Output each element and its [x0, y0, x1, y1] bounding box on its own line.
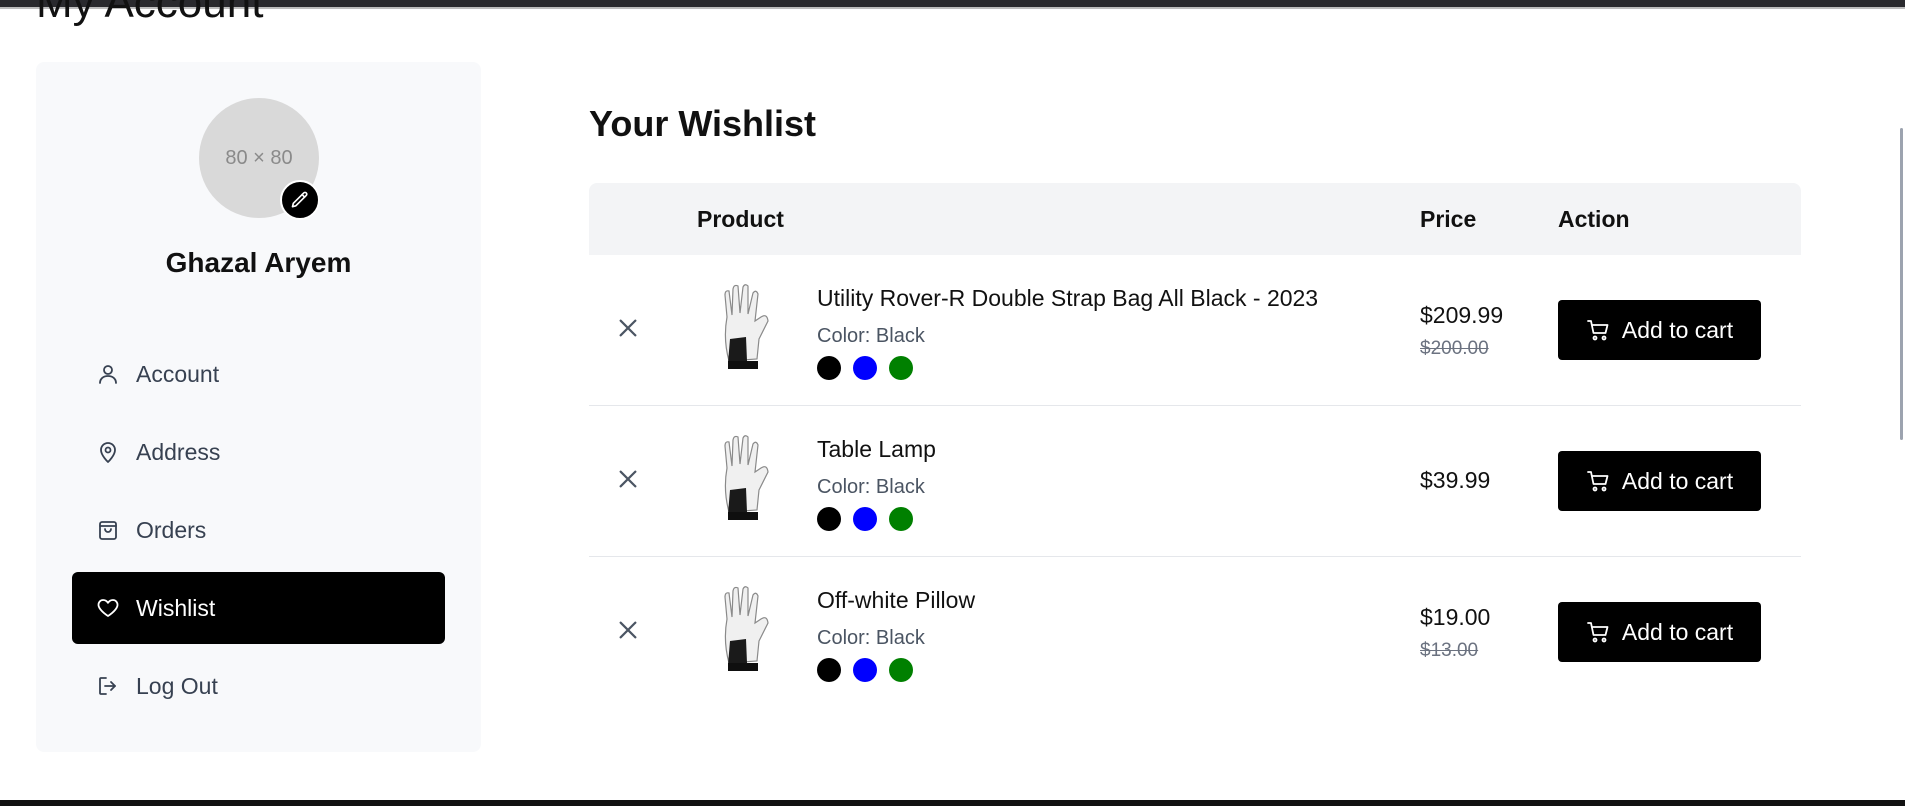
browser-top-bar	[0, 0, 1905, 9]
remove-item-button[interactable]	[615, 315, 641, 341]
scrollbar[interactable]	[1900, 128, 1903, 440]
account-sidebar: 80 × 80 Ghazal Aryem Account Address Ord…	[36, 62, 481, 752]
page-title: My Account	[36, 0, 264, 27]
sidebar-item-logout[interactable]: Log Out	[72, 650, 445, 722]
edit-avatar-button[interactable]	[280, 180, 320, 220]
product-price: $19.00	[1420, 604, 1491, 630]
add-to-cart-label: Add to cart	[1621, 467, 1734, 494]
sidebar-item-address[interactable]: Address	[72, 416, 445, 488]
product-price: $209.99	[1420, 302, 1504, 328]
color-swatch-blue[interactable]	[853, 507, 877, 531]
product-old-price: $200.00	[1420, 338, 1489, 359]
add-to-cart-label: Add to cart	[1621, 316, 1734, 343]
product-color: Color: Black	[817, 627, 925, 649]
cart-icon	[1586, 320, 1609, 341]
sidebar-item-label: Orders	[136, 516, 207, 543]
sidebar-item-account[interactable]: Account	[72, 338, 445, 410]
color-swatches	[817, 356, 913, 380]
product-name[interactable]: Off-white Pillow	[817, 587, 975, 614]
user-name: Ghazal Aryem	[165, 247, 352, 278]
color-swatch-blue[interactable]	[853, 356, 877, 380]
add-to-cart-button[interactable]: Add to cart	[1558, 602, 1761, 662]
color-swatch-black[interactable]	[817, 507, 841, 531]
logout-icon	[96, 674, 120, 698]
color-swatch-black[interactable]	[817, 658, 841, 682]
column-header-price: Price	[1420, 206, 1477, 232]
cart-icon	[1586, 622, 1609, 643]
table-header: Product Price Action	[589, 183, 1801, 255]
heart-icon	[96, 596, 120, 620]
column-header-product: Product	[697, 206, 784, 232]
map-pin-icon	[96, 440, 120, 464]
add-to-cart-button[interactable]: Add to cart	[1558, 300, 1761, 360]
account-nav: Account Address Orders Wishlist Log Out	[72, 338, 445, 728]
product-image	[724, 435, 769, 520]
color-swatch-green[interactable]	[889, 658, 913, 682]
sidebar-item-wishlist[interactable]: Wishlist	[72, 572, 445, 644]
cart-icon	[1586, 471, 1609, 492]
wishlist-title: Your Wishlist	[589, 103, 817, 144]
product-name[interactable]: Utility Rover-R Double Strap Bag All Bla…	[817, 285, 1318, 312]
column-header-action: Action	[1558, 206, 1630, 232]
product-name[interactable]: Table Lamp	[817, 436, 936, 463]
pencil-icon	[291, 191, 308, 208]
user-icon	[96, 362, 120, 386]
color-swatch-green[interactable]	[889, 507, 913, 531]
color-swatches	[817, 507, 913, 531]
bottom-bar	[0, 800, 1905, 806]
sidebar-item-label: Log Out	[136, 672, 218, 699]
add-to-cart-label: Add to cart	[1621, 618, 1734, 645]
sidebar-item-label: Account	[136, 360, 220, 387]
color-swatch-blue[interactable]	[853, 658, 877, 682]
table-row: Off-white Pillow Color: Black $19.00 $13…	[589, 557, 1801, 708]
remove-item-button[interactable]	[615, 617, 641, 643]
product-old-price: $13.00	[1420, 640, 1479, 661]
product-image	[724, 284, 769, 369]
product-price: $39.99	[1420, 467, 1491, 493]
add-to-cart-button[interactable]: Add to cart	[1558, 451, 1761, 511]
color-swatch-black[interactable]	[817, 356, 841, 380]
shopping-bag-icon	[96, 518, 120, 542]
table-row: Utility Rover-R Double Strap Bag All Bla…	[589, 255, 1801, 406]
color-swatches	[817, 658, 913, 682]
remove-item-button[interactable]	[615, 466, 641, 492]
close-icon	[619, 470, 637, 488]
close-icon	[619, 621, 637, 639]
color-swatch-green[interactable]	[889, 356, 913, 380]
sidebar-item-orders[interactable]: Orders	[72, 494, 445, 566]
product-image	[724, 586, 769, 671]
sidebar-item-label: Wishlist	[136, 594, 216, 621]
product-color: Color: Black	[817, 325, 925, 347]
wishlist-table: Product Price Action Utility Rover-R Dou…	[589, 183, 1801, 708]
avatar-placeholder-text: 80 × 80	[225, 146, 293, 169]
sidebar-item-label: Address	[136, 438, 221, 465]
product-color: Color: Black	[817, 476, 925, 498]
close-icon	[619, 319, 637, 337]
table-row: Table Lamp Color: Black $39.99 Add to ca…	[589, 406, 1801, 557]
